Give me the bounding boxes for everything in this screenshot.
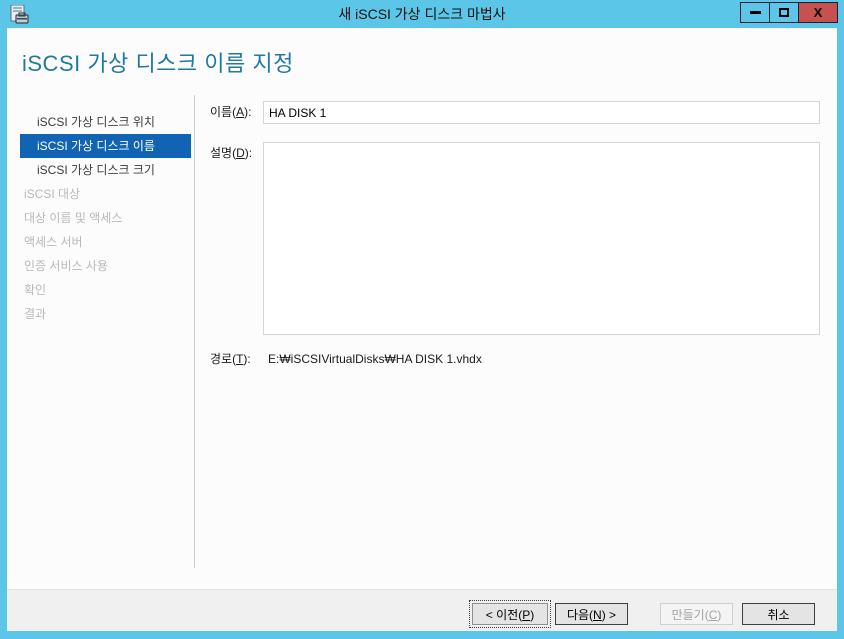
footer: < 이전(P) 다음(N) > 만들기(C) 취소 — [7, 589, 837, 631]
wizard-window: 새 iSCSI 가상 디스크 마법사 X iSCSI 가상 디스크 이름 지정 … — [0, 0, 844, 639]
minimize-button[interactable] — [740, 2, 770, 23]
name-label: 이름(A): — [210, 105, 252, 119]
description-textarea[interactable] — [263, 142, 820, 335]
window-title: 새 iSCSI 가상 디스크 마법사 — [338, 6, 506, 22]
sidebar-item-auth-services: 인증 서비스 사용 — [24, 259, 108, 273]
sidebar-item-disk-name[interactable]: iSCSI 가상 디스크 이름 — [20, 134, 191, 158]
dialog-body: iSCSI 가상 디스크 이름 지정 iSCSI 가상 디스크 위치 iSCSI… — [7, 28, 837, 631]
sidebar-item-target-name-access: 대상 이름 및 액세스 — [24, 211, 123, 225]
cancel-button[interactable]: 취소 — [742, 603, 815, 625]
maximize-icon — [779, 8, 789, 17]
sidebar-item-access-servers: 액세스 서버 — [24, 235, 83, 249]
wizard-nav: iSCSI 가상 디스크 위치 iSCSI 가상 디스크 이름 iSCSI 가상… — [20, 110, 191, 326]
next-button[interactable]: 다음(N) > — [555, 603, 628, 625]
sidebar-item-iscsi-target: iSCSI 대상 — [24, 187, 81, 201]
description-label: 설명(D): — [210, 146, 253, 160]
sidebar-item-disk-size[interactable]: iSCSI 가상 디스크 크기 — [20, 158, 191, 182]
path-label: 경로(T): — [210, 352, 251, 366]
close-button[interactable]: X — [798, 2, 838, 23]
close-icon: X — [813, 5, 823, 20]
sidebar-item-results: 결과 — [24, 307, 47, 321]
minimize-icon — [749, 11, 761, 14]
maximize-button[interactable] — [769, 2, 799, 23]
titlebar[interactable]: 새 iSCSI 가상 디스크 마법사 X — [0, 0, 844, 28]
path-value: E:₩iSCSIVirtualDisks₩HA DISK 1.vhdx — [268, 352, 482, 366]
page-title: iSCSI 가상 디스크 이름 지정 — [22, 51, 294, 76]
previous-button[interactable]: < 이전(P) — [469, 600, 551, 628]
name-input[interactable] — [263, 101, 820, 124]
sidebar-item-confirmation: 확인 — [24, 283, 47, 297]
sidebar-item-disk-location[interactable]: iSCSI 가상 디스크 위치 — [20, 110, 191, 134]
create-button: 만들기(C) — [660, 603, 733, 625]
nav-divider — [194, 95, 195, 568]
